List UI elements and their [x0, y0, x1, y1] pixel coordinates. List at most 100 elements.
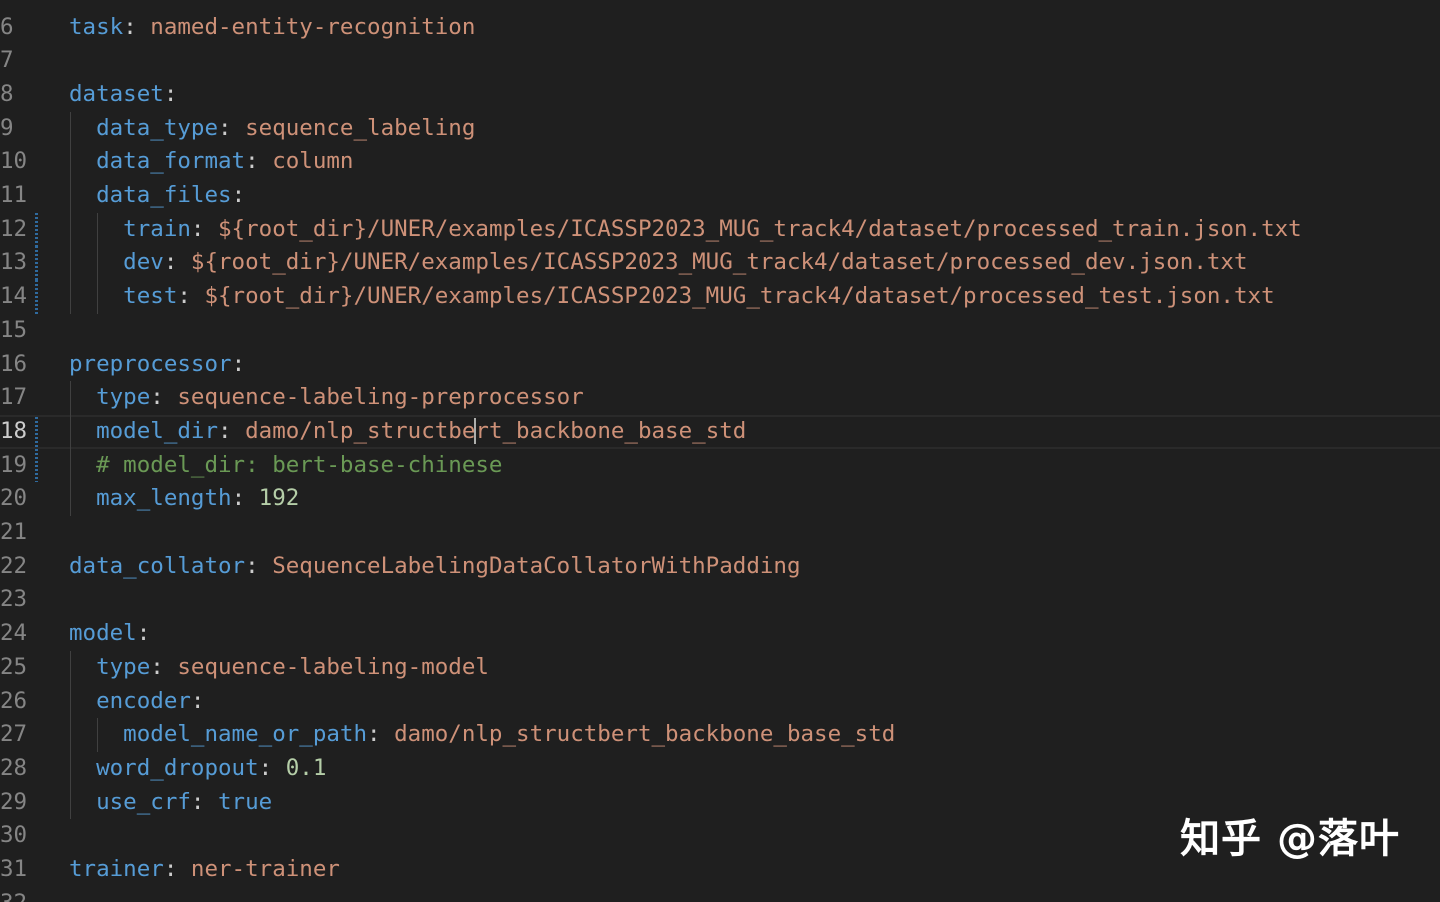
code-text: encoder:: [69, 685, 204, 719]
code-line[interactable]: 17 type: sequence-labeling-preprocessor: [0, 381, 1440, 415]
code-text: model_name_or_path: damo/nlp_structbert_…: [69, 718, 895, 752]
code-line[interactable]: 24 model:: [0, 617, 1440, 651]
code-text: max_length: 192: [69, 482, 299, 516]
modified-line-indicator[interactable]: [35, 448, 38, 483]
code-line[interactable]: 21: [0, 516, 1440, 550]
code-token: sequence_labeling: [245, 114, 476, 141]
code-line[interactable]: 27 model_name_or_path: damo/nlp_structbe…: [0, 718, 1440, 752]
indent-guide: [70, 111, 71, 314]
code-line[interactable]: 14 test: ${root_dir}/UNER/examples/ICASS…: [0, 280, 1440, 314]
code-token: column: [272, 148, 354, 175]
code-line[interactable]: 11 data_files:: [0, 179, 1440, 213]
line-number: 22: [0, 552, 28, 579]
modified-line-indicator[interactable]: [35, 280, 38, 314]
code-text: model:: [69, 617, 150, 651]
code-token: :: [190, 788, 219, 815]
code-line[interactable]: 13 dev: ${root_dir}/UNER/examples/ICASSP…: [0, 246, 1440, 281]
code-line[interactable]: 7: [0, 44, 1440, 78]
line-number: 10: [0, 148, 28, 175]
modified-line-indicator[interactable]: [35, 212, 38, 247]
code-line[interactable]: 9 data_type: sequence_labeling: [0, 112, 1440, 146]
code-token: :: [190, 215, 219, 242]
code-token: 0.1: [285, 754, 327, 781]
code-token: :: [150, 384, 178, 411]
code-token: :: [177, 283, 205, 310]
indent-guide: [97, 212, 99, 314]
line-number: 16: [0, 350, 28, 377]
code-token: SequenceLabelingDataCollatorWithPadding: [272, 552, 801, 579]
code-line[interactable]: 15: [0, 314, 1440, 348]
line-number: 7: [0, 47, 14, 74]
code-text: dev: ${root_dir}/UNER/examples/ICASSP202…: [69, 246, 1248, 280]
line-number: 25: [0, 653, 28, 680]
code-token: :: [231, 350, 246, 377]
code-line[interactable]: 10 data_format: column: [0, 145, 1440, 179]
code-token: :: [163, 80, 178, 107]
code-token: damo/nlp_structbe: [245, 417, 476, 444]
line-number: 21: [0, 519, 28, 545]
code-token: preprocessor: [69, 350, 232, 377]
code-line[interactable]: 20 max_length: 192: [0, 482, 1440, 516]
code-text: task: named-entity-recognition: [69, 11, 475, 45]
code-text: data_type: sequence_labeling: [69, 112, 475, 146]
modified-line-indicator[interactable]: [35, 416, 38, 447]
code-token: :: [218, 417, 246, 444]
code-text: preprocessor:: [69, 348, 245, 382]
code-text: use_crf: true: [69, 786, 272, 820]
code-line[interactable]: 25 type: sequence-labeling-model: [0, 651, 1440, 685]
code-line[interactable]: 28 word_dropout: 0.1: [0, 752, 1440, 786]
line-number: 6: [0, 13, 14, 40]
code-token: data_type: [69, 114, 219, 141]
line-number: 24: [0, 620, 28, 647]
code-token: ${root_dir}/UNER/examples/ICASSP2023_MUG…: [190, 249, 1248, 276]
code-line[interactable]: 16 preprocessor:: [0, 348, 1440, 382]
code-line[interactable]: 8 dataset:: [0, 78, 1440, 112]
code-line[interactable]: 19 # model_dir: bert-base-chinese: [0, 448, 1440, 483]
indent-guide: [70, 650, 71, 820]
code-line[interactable]: 26 encoder:: [0, 685, 1440, 719]
code-line[interactable]: 23: [0, 583, 1440, 617]
code-token: model_name_or_path: [69, 721, 368, 748]
code-token: damo/nlp_structbert_backbone_base_std: [394, 721, 896, 748]
code-line[interactable]: 22 data_collator: SequenceLabelingDataCol…: [0, 550, 1440, 584]
code-token: model_dir: [69, 417, 219, 444]
code-token: :: [231, 485, 259, 512]
code-token: use_crf: [69, 788, 191, 815]
code-token: :: [150, 653, 178, 680]
code-token: rt_backbone_base_std: [475, 417, 747, 444]
code-text: train: ${root_dir}/UNER/examples/ICASSP2…: [69, 213, 1302, 247]
line-number: 9: [0, 114, 14, 141]
code-text: data_files:: [69, 179, 245, 213]
code-token: :: [367, 721, 395, 748]
code-text: type: sequence-labeling-model: [69, 651, 489, 685]
code-line[interactable]: 6 task: named-entity-recognition: [0, 11, 1440, 45]
code-line[interactable]: 32: [0, 887, 1440, 902]
code-text: dataset:: [69, 78, 177, 112]
line-number: 8: [0, 80, 14, 107]
line-number: 29: [0, 788, 28, 815]
modified-line-indicator[interactable]: [35, 246, 38, 281]
code-token: # model_dir: bert-base-chinese: [69, 451, 503, 478]
code-text: test: ${root_dir}/UNER/examples/ICASSP20…: [69, 280, 1275, 314]
code-token: ${root_dir}/UNER/examples/ICASSP2023_MUG…: [218, 215, 1302, 242]
line-number: 30: [0, 822, 28, 849]
code-token: named-entity-recognition: [150, 13, 476, 40]
line-number: 32: [0, 887, 44, 902]
code-token: :: [218, 114, 246, 141]
line-number: 26: [0, 687, 28, 714]
line-number: 28: [0, 754, 28, 781]
line-number: 15: [0, 316, 28, 343]
code-token: :: [245, 552, 273, 579]
code-token: type: [69, 653, 151, 680]
code-text: model_dir: damo/nlp_structbert_backbone_…: [69, 417, 746, 447]
code-line[interactable]: 12 train: ${root_dir}/UNER/examples/ICAS…: [0, 212, 1440, 247]
code-text: trainer: ner-trainer: [69, 853, 340, 887]
code-token: ner-trainer: [190, 856, 340, 882]
code-editor[interactable]: 6 task: named-entity-recognition 7 8 dataset…: [0, 0, 1440, 902]
code-text: data_format: column: [69, 145, 353, 179]
code-token: ${root_dir}/UNER/examples/ICASSP2023_MUG…: [204, 283, 1275, 310]
code-line[interactable]: 18 model_dir: damo/nlp_structbert_backbo…: [0, 414, 1440, 449]
code-token: word_dropout: [69, 754, 259, 781]
code-token: sequence-labeling-preprocessor: [177, 384, 584, 411]
code-token: task: [69, 13, 124, 40]
